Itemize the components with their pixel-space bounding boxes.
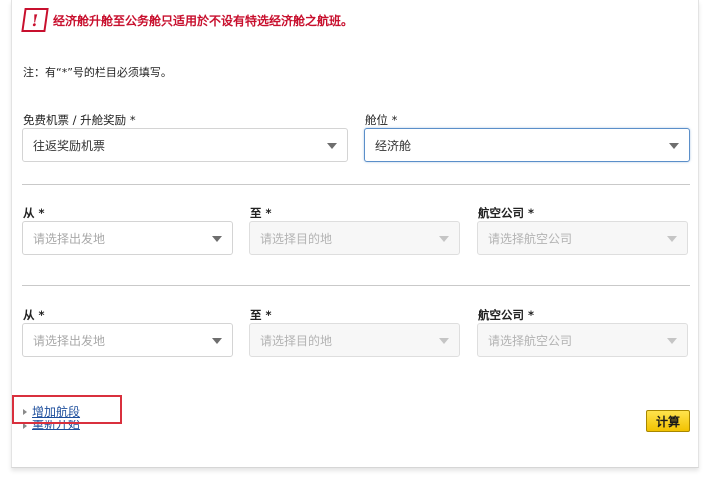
cabin-label: 舱位 *	[365, 113, 398, 127]
warning-banner: ! 经济舱升舱至公务舱只适用於不设有特选经济舱之航班。	[21, 8, 354, 32]
award-type-value: 往返奖励机票	[33, 138, 106, 153]
award-type-label: 免费机票 / 升舱奖励 *	[23, 113, 136, 127]
highlight-annotation	[12, 395, 122, 424]
chevron-down-icon	[439, 236, 449, 242]
chevron-down-icon	[667, 338, 677, 344]
segment1-to-label: 至 *	[250, 206, 272, 220]
chevron-down-icon	[669, 143, 679, 149]
segment1-from-select[interactable]: 请选择出发地	[22, 221, 233, 255]
chevron-down-icon	[327, 143, 337, 149]
segment2-to-select[interactable]: 请选择目的地	[249, 323, 460, 357]
chevron-down-icon	[439, 338, 449, 344]
cabin-value: 经济舱	[375, 138, 412, 153]
segment1-airline-select[interactable]: 请选择航空公司	[477, 221, 688, 255]
segment2-airline-select[interactable]: 请选择航空公司	[477, 323, 688, 357]
cabin-select[interactable]: 经济舱	[364, 128, 690, 162]
divider	[22, 184, 690, 185]
warning-text: 经济舱升舱至公务舱只适用於不设有特选经济舱之航班。	[53, 13, 354, 28]
segment2-airline-placeholder: 请选择航空公司	[488, 333, 573, 348]
segment1-from-placeholder: 请选择出发地	[33, 231, 106, 246]
divider	[22, 285, 690, 286]
segment2-airline-label: 航空公司 *	[478, 308, 535, 322]
required-fields-note: 注：有“*”号的栏目必须填写。	[23, 66, 172, 79]
exclamation-icon: !	[21, 8, 49, 32]
segment2-to-label: 至 *	[250, 308, 272, 322]
chevron-down-icon	[212, 338, 222, 344]
calculate-button[interactable]: 计算	[646, 410, 690, 432]
award-type-select[interactable]: 往返奖励机票	[22, 128, 348, 162]
segment2-to-placeholder: 请选择目的地	[260, 333, 333, 348]
segment1-airline-label: 航空公司 *	[478, 206, 535, 220]
segment1-airline-placeholder: 请选择航空公司	[488, 231, 573, 246]
segment1-from-label: 从 *	[23, 206, 45, 220]
segment2-from-placeholder: 请选择出发地	[33, 333, 106, 348]
chevron-down-icon	[212, 236, 222, 242]
segment1-to-placeholder: 请选择目的地	[260, 231, 333, 246]
segment2-from-label: 从 *	[23, 308, 45, 322]
chevron-down-icon	[667, 236, 677, 242]
segment1-to-select[interactable]: 请选择目的地	[249, 221, 460, 255]
segment2-from-select[interactable]: 请选择出发地	[22, 323, 233, 357]
